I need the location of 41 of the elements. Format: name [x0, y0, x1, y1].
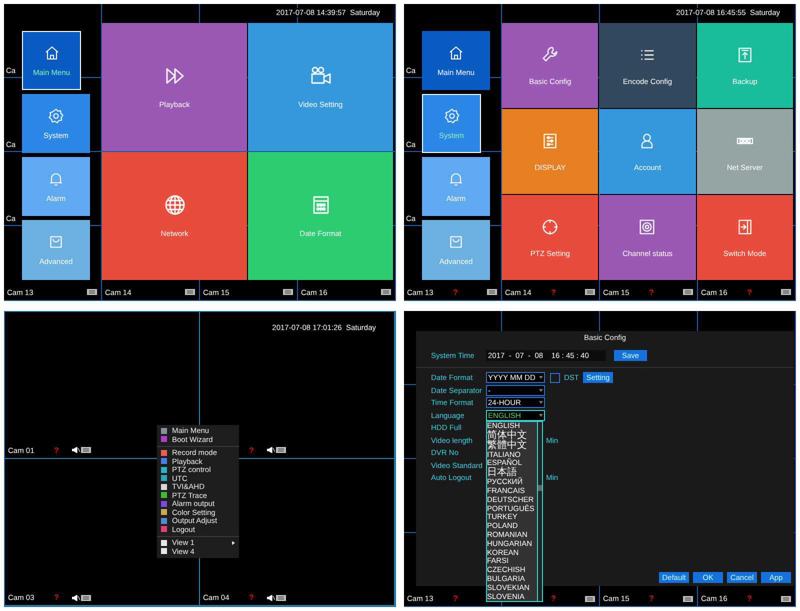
- signal-type-icon: [683, 596, 693, 602]
- checkbox[interactable]: [550, 372, 560, 383]
- no-signal-mark: ?: [551, 594, 556, 603]
- signal-type-icon: [781, 289, 791, 295]
- signal-type-icon: [185, 289, 195, 295]
- dropdown-option[interactable]: 繁體中文: [487, 440, 537, 451]
- signal-type-icon: [80, 594, 91, 600]
- dropdown-option[interactable]: 简体中文: [487, 430, 537, 441]
- no-signal-mark: ?: [54, 446, 59, 455]
- crosshair-icon: [540, 216, 560, 237]
- no-signal-mark: ?: [54, 593, 59, 602]
- signal-type-icon: [683, 289, 693, 295]
- no-signal-mark: ?: [551, 288, 556, 296]
- signal-type-icon: [87, 289, 97, 295]
- no-signal-mark: ?: [649, 288, 654, 296]
- signal-type-icon: [276, 594, 286, 600]
- signal-type-icon: [80, 447, 91, 454]
- speaker-icon: [266, 447, 275, 454]
- flower-gear-icon: [47, 107, 65, 126]
- signal-type-icon: [585, 596, 595, 602]
- signal-type-icon: [585, 289, 595, 295]
- signal-type-icon: [283, 289, 293, 295]
- scrollbar[interactable]: [537, 422, 542, 602]
- signal-type-icon: [781, 596, 791, 602]
- no-signal-mark: ?: [453, 288, 458, 296]
- speaker-icon: [72, 447, 80, 454]
- signal-type-icon: [487, 289, 497, 295]
- signal-type-icon: [381, 289, 391, 295]
- dropdown-option[interactable]: 日本語: [487, 468, 537, 478]
- speaker-icon: [72, 594, 80, 600]
- no-signal-mark: ?: [747, 288, 752, 296]
- no-signal-mark: ?: [747, 594, 752, 603]
- no-signal-mark: ?: [649, 594, 654, 603]
- no-signal-mark: ?: [249, 446, 254, 455]
- no-signal-mark: ?: [249, 593, 254, 602]
- no-signal-mark: ?: [453, 594, 458, 603]
- house-icon: [447, 44, 465, 62]
- globe-icon: [162, 193, 186, 218]
- flower-gear-icon: [442, 107, 460, 126]
- signal-type-icon: [276, 447, 286, 454]
- speaker-icon: [266, 594, 275, 600]
